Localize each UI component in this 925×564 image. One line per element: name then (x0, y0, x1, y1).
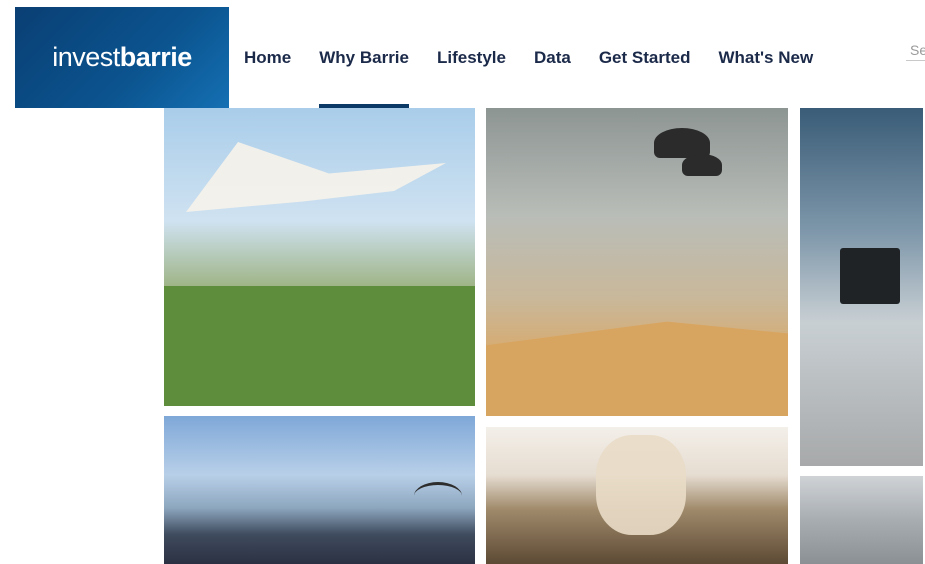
nav-item-data[interactable]: Data (520, 7, 585, 108)
photo-office-meeting (486, 108, 788, 416)
photo-office-window (800, 108, 923, 466)
nav-item-lifestyle[interactable]: Lifestyle (423, 7, 520, 108)
logo-text-barrie: barrie (119, 42, 193, 72)
nav-item-get-started[interactable]: Get Started (585, 7, 705, 108)
site-header: investbarrie Home Why Barrie Lifestyle D… (0, 0, 925, 108)
main-nav: Home Why Barrie Lifestyle Data Get Start… (230, 7, 827, 108)
nav-item-whats-new[interactable]: What's New (704, 7, 827, 108)
pendant-lamp (682, 154, 722, 176)
investbarrie-logo[interactable]: investbarrie (15, 7, 229, 108)
nav-item-home[interactable]: Home (230, 7, 305, 108)
chandelier (596, 435, 686, 535)
photo-rooftop-gathering (164, 416, 475, 564)
photo-partial (800, 476, 923, 564)
search-input[interactable] (906, 40, 925, 61)
logo-text-invest: invest (52, 42, 120, 72)
nav-item-why-barrie[interactable]: Why Barrie (305, 7, 423, 108)
photo-restaurant-interior (486, 427, 788, 564)
search-box (906, 40, 925, 66)
meeting-table (486, 321, 788, 416)
logo-text: investbarrie (52, 42, 192, 73)
tent-canopy (186, 142, 446, 212)
crowd-on-lawn (164, 286, 475, 406)
computer-monitor (840, 248, 900, 304)
waterfront-sculpture (414, 482, 462, 510)
photo-outdoor-concert (164, 108, 475, 406)
